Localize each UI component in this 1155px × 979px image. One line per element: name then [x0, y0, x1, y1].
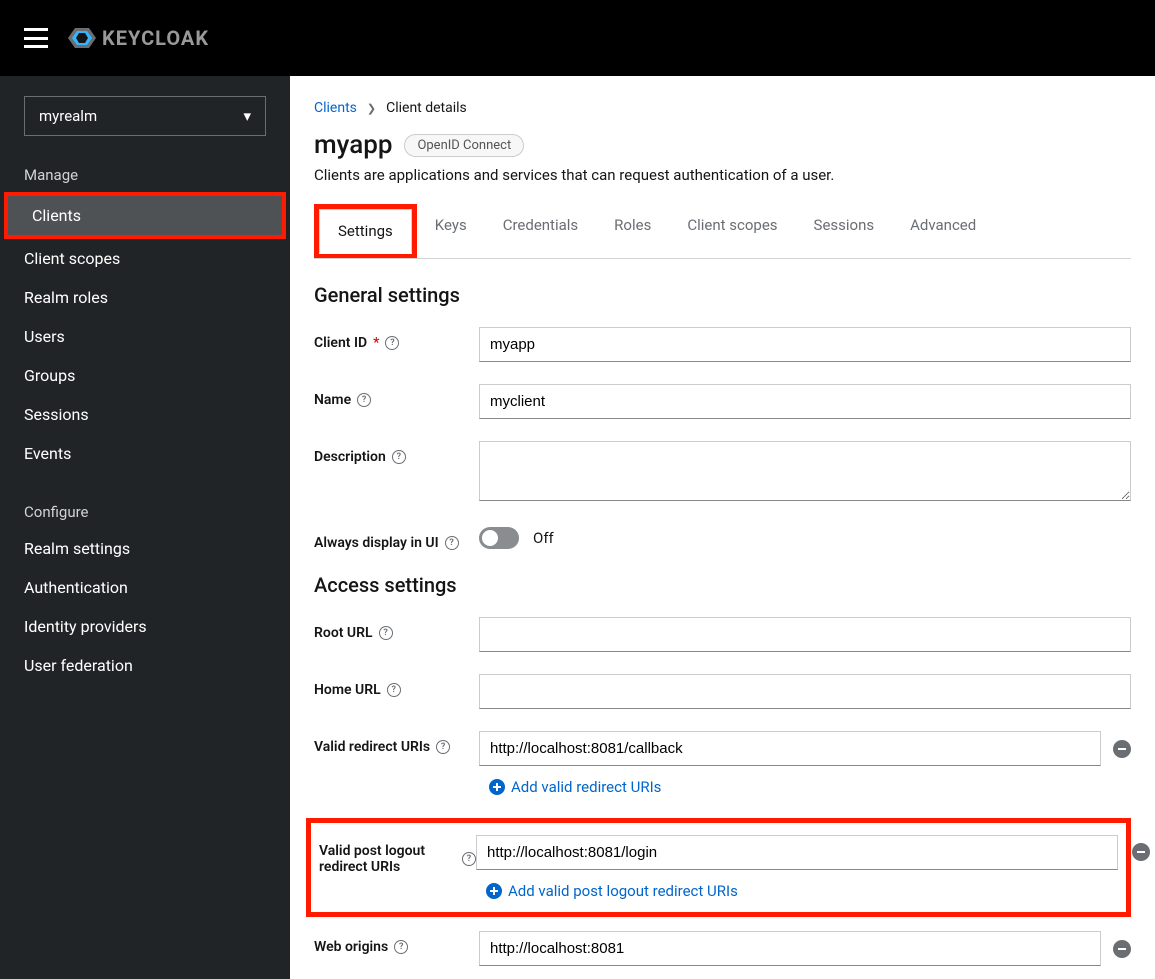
breadcrumb-parent[interactable]: Clients [314, 100, 357, 116]
root-url-label: Root URL [314, 625, 373, 641]
remove-uri-button[interactable] [1113, 940, 1131, 958]
sidebar-item-authentication[interactable]: Authentication [0, 568, 290, 607]
description-label: Description [314, 449, 386, 465]
field-name: Name ? [314, 384, 1131, 419]
help-icon[interactable]: ? [379, 626, 393, 640]
help-icon[interactable]: ? [445, 536, 459, 550]
required-star: * [373, 335, 379, 351]
remove-uri-button[interactable] [1132, 843, 1150, 861]
field-client-id: Client ID * ? [314, 327, 1131, 362]
breadcrumb: Clients ❯ Client details [314, 100, 1131, 116]
help-icon[interactable]: ? [436, 740, 450, 754]
client-id-label: Client ID [314, 335, 367, 351]
page-description: Clients are applications and services th… [314, 166, 1131, 184]
web-origins-input[interactable] [479, 931, 1101, 966]
app-header: KEYCLOAK [0, 0, 1155, 76]
highlight-settings-tab: Settings [314, 204, 417, 258]
tab-sessions[interactable]: Sessions [796, 204, 893, 258]
page-title: myapp [314, 130, 392, 160]
sidebar: myrealm ▾ Manage Clients Client scopes R… [0, 76, 290, 979]
help-icon[interactable]: ? [462, 852, 476, 866]
realm-selector[interactable]: myrealm ▾ [24, 96, 266, 136]
name-label: Name [314, 392, 351, 408]
field-home-url: Home URL ? [314, 674, 1131, 709]
tab-advanced[interactable]: Advanced [892, 204, 994, 258]
toggle-state-label: Off [533, 529, 554, 547]
sidebar-item-user-federation[interactable]: User federation [0, 646, 290, 685]
protocol-badge: OpenID Connect [404, 134, 524, 157]
field-web-origins: Web origins ? [314, 931, 1131, 970]
valid-post-logout-input[interactable] [476, 835, 1118, 870]
valid-redirect-label: Valid redirect URIs [314, 739, 430, 755]
help-icon[interactable]: ? [394, 940, 408, 954]
sidebar-item-users[interactable]: Users [0, 317, 290, 356]
help-icon[interactable]: ? [357, 393, 371, 407]
tab-roles[interactable]: Roles [596, 204, 669, 258]
valid-post-logout-label: Valid post logout redirect URIs [319, 843, 456, 875]
always-display-toggle[interactable] [479, 527, 519, 549]
field-valid-redirect-uris: Valid redirect URIs ? Add valid redirect… [314, 731, 1131, 796]
hamburger-icon[interactable] [24, 28, 48, 48]
sidebar-item-events[interactable]: Events [0, 434, 290, 473]
home-url-input[interactable] [479, 674, 1131, 709]
highlight-clients: Clients [4, 192, 286, 239]
sidebar-item-groups[interactable]: Groups [0, 356, 290, 395]
description-input[interactable] [479, 441, 1131, 501]
tab-keys[interactable]: Keys [417, 204, 485, 258]
home-url-label: Home URL [314, 682, 381, 698]
field-valid-post-logout-redirect-uris: Valid post logout redirect URIs ? Add va… [319, 835, 1118, 900]
page-title-row: myapp OpenID Connect [314, 130, 1131, 160]
plus-circle-icon [486, 883, 502, 899]
tab-credentials[interactable]: Credentials [485, 204, 596, 258]
realm-name: myrealm [39, 107, 97, 125]
client-id-input[interactable] [479, 327, 1131, 362]
field-description: Description ? [314, 441, 1131, 505]
sidebar-section-manage: Manage [0, 156, 290, 192]
add-redirect-text: Add valid redirect URIs [511, 778, 661, 796]
name-input[interactable] [479, 384, 1131, 419]
breadcrumb-current: Client details [386, 100, 467, 116]
help-icon[interactable]: ? [392, 450, 406, 464]
caret-down-icon: ▾ [243, 107, 251, 125]
tabs: Settings Keys Credentials Roles Client s… [314, 204, 1131, 259]
add-post-logout-uri-button[interactable]: Add valid post logout redirect URIs [476, 874, 1118, 900]
help-icon[interactable]: ? [385, 336, 399, 350]
add-post-logout-text: Add valid post logout redirect URIs [508, 882, 738, 900]
sidebar-item-realm-roles[interactable]: Realm roles [0, 278, 290, 317]
tab-client-scopes[interactable]: Client scopes [669, 204, 795, 258]
logo[interactable]: KEYCLOAK [68, 24, 209, 52]
section-general-settings: General settings [314, 283, 1131, 307]
help-icon[interactable]: ? [387, 683, 401, 697]
logo-text: KEYCLOAK [102, 26, 209, 50]
sidebar-item-realm-settings[interactable]: Realm settings [0, 529, 290, 568]
remove-uri-button[interactable] [1113, 740, 1131, 758]
always-display-label: Always display in UI [314, 535, 439, 551]
sidebar-item-clients[interactable]: Clients [8, 196, 282, 235]
valid-redirect-input[interactable] [479, 731, 1101, 766]
tab-settings[interactable]: Settings [319, 209, 412, 254]
keycloak-logo-icon [68, 24, 96, 52]
web-origins-label: Web origins [314, 939, 388, 955]
sidebar-item-identity-providers[interactable]: Identity providers [0, 607, 290, 646]
sidebar-item-sessions[interactable]: Sessions [0, 395, 290, 434]
root-url-input[interactable] [479, 617, 1131, 652]
field-always-display: Always display in UI ? Off [314, 527, 1131, 551]
chevron-right-icon: ❯ [367, 102, 376, 115]
main-content: Clients ❯ Client details myapp OpenID Co… [290, 76, 1155, 979]
section-access-settings: Access settings [314, 573, 1131, 597]
field-root-url: Root URL ? [314, 617, 1131, 652]
sidebar-section-configure: Configure [0, 493, 290, 529]
plus-circle-icon [489, 779, 505, 795]
sidebar-item-client-scopes[interactable]: Client scopes [0, 239, 290, 278]
highlight-post-logout-field: Valid post logout redirect URIs ? Add va… [306, 818, 1131, 917]
add-redirect-uri-button[interactable]: Add valid redirect URIs [479, 770, 1131, 796]
